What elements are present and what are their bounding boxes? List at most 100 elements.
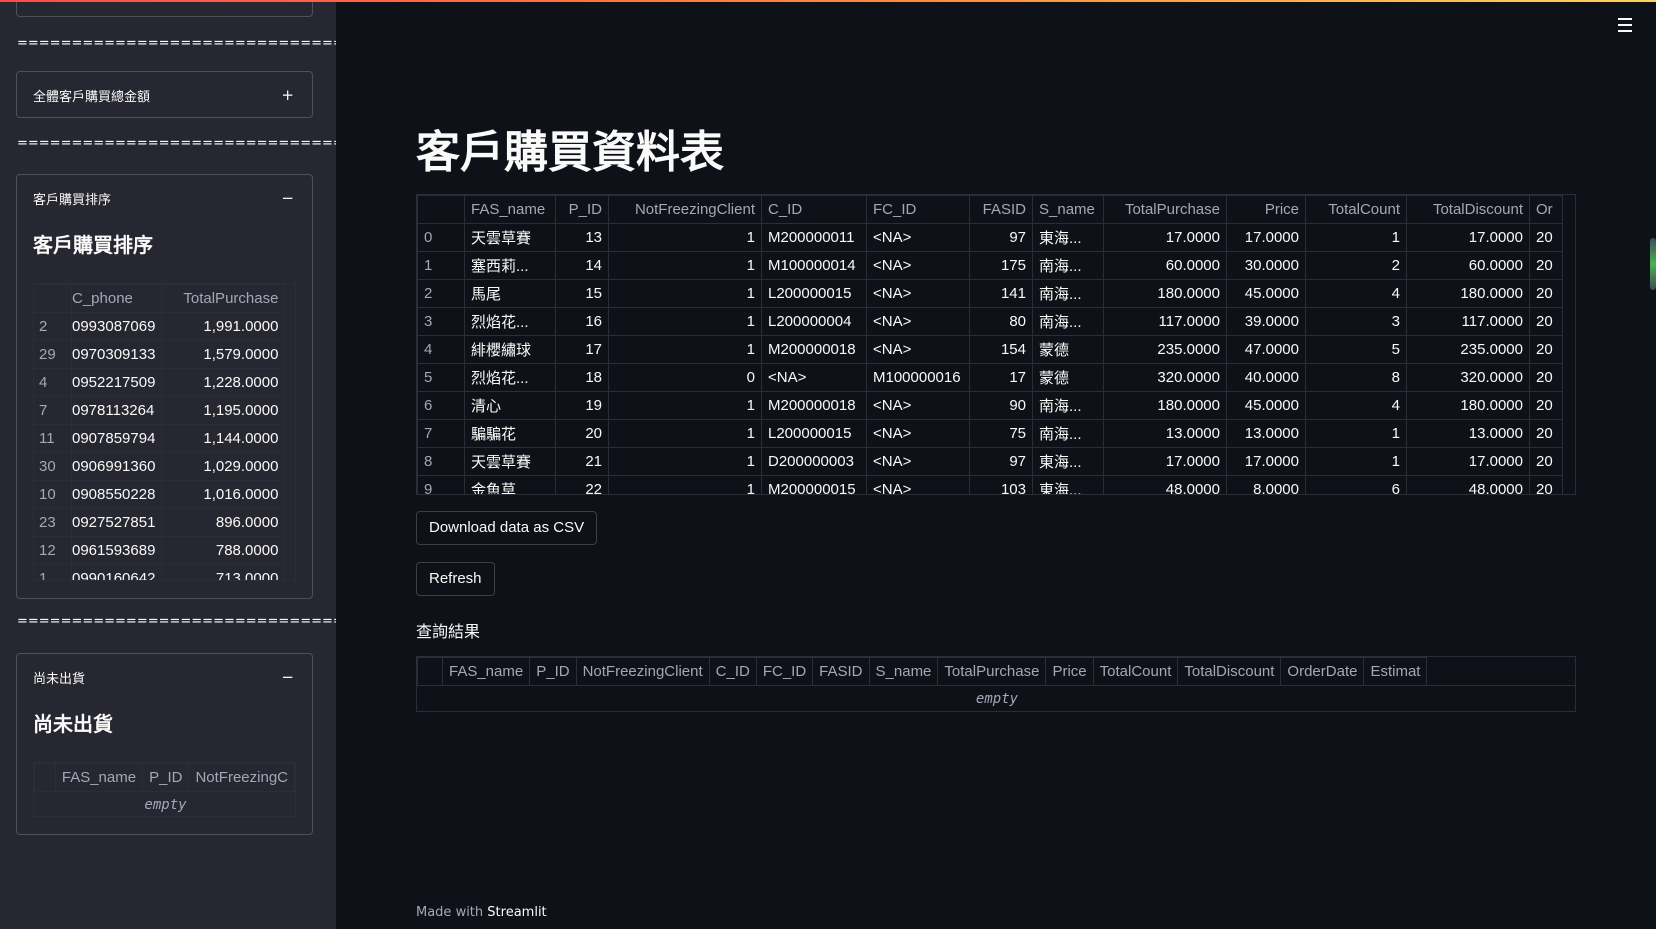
table-row[interactable]: 9 金魚草 22 1 M200000015 <NA> 103 東海... 48.0000 8.00… bbox=[417, 475, 1563, 494]
row-index: 2 bbox=[34, 312, 72, 341]
table-row[interactable]: 4 0952217509 1,228.0000 bbox=[34, 368, 286, 397]
column-header[interactable]: TotalPurchase bbox=[937, 657, 1047, 686]
unshipped-table: FAS_name P_ID NotFreezingC bbox=[34, 763, 295, 792]
table-cell: 20 bbox=[1529, 419, 1563, 448]
table-row[interactable]: 11 0907859794 1,144.0000 bbox=[34, 424, 286, 453]
table-row[interactable]: 3 烈焰花... 16 1 L200000004 <NA> 80 南海... 117.0000 3… bbox=[417, 307, 1563, 336]
query-dataframe[interactable]: FAS_name P_ID NotFreezingClient C_ID FC_ID FA… bbox=[416, 656, 1576, 712]
column-header[interactable]: Estimat bbox=[1363, 657, 1428, 686]
column-header[interactable]: C_phone bbox=[70, 284, 163, 313]
table-row[interactable]: 12 0961593689 788.0000 bbox=[34, 536, 286, 565]
page-title: 客戶購買資料表 bbox=[416, 127, 724, 178]
table-cell: 南海... bbox=[1032, 391, 1104, 420]
expand-plus-icon[interactable]: + bbox=[281, 86, 294, 104]
table-cell: 14 bbox=[555, 251, 609, 280]
column-header[interactable]: TotalDiscount bbox=[1177, 657, 1282, 686]
cell-phone: 0952217509 bbox=[70, 368, 163, 397]
table-cell: 東海... bbox=[1032, 475, 1104, 494]
column-header[interactable]: FAS_name bbox=[441, 657, 531, 686]
expander-header[interactable]: 尚未出貨 − bbox=[17, 654, 312, 700]
table-row[interactable]: 0 天雲草賽 13 1 M200000011 <NA> 97 東海... 17.0000 17.0… bbox=[417, 223, 1563, 252]
table-cell: 20 bbox=[1529, 251, 1563, 280]
table-row[interactable]: 29 0970309133 1,579.0000 bbox=[34, 340, 286, 369]
table-cell: 1 bbox=[608, 307, 762, 336]
table-row[interactable]: 10 0908550228 1,016.0000 bbox=[34, 480, 286, 509]
table-cell: M200000011 bbox=[761, 223, 867, 252]
row-index: 4 bbox=[34, 368, 72, 397]
table-cell: 緋櫻繡球 bbox=[464, 335, 556, 364]
column-header[interactable]: S_name bbox=[1032, 195, 1104, 224]
column-header[interactable]: FAS_name bbox=[54, 763, 144, 792]
expander-total-purchase[interactable]: 全體客戶購買總金額 + bbox=[16, 71, 313, 118]
expander-header[interactable]: 客戶購買排序 − bbox=[17, 175, 312, 221]
column-header[interactable]: P_ID bbox=[555, 195, 609, 224]
row-index: 1 bbox=[417, 251, 465, 280]
cell-total-purchase: 1,195.0000 bbox=[161, 396, 286, 425]
collapse-minus-icon[interactable]: − bbox=[281, 668, 294, 686]
column-header[interactable]: NotFreezingClient bbox=[575, 657, 710, 686]
table-row[interactable]: 6 清心 19 1 M200000018 <NA> 90 南海... 180.0000 45.00… bbox=[417, 391, 1563, 420]
expander-unshipped: 尚未出貨 − 尚未出貨 FAS_name P_ID NotFreezingC e… bbox=[16, 653, 313, 835]
table-cell: 20 bbox=[555, 419, 609, 448]
column-header[interactable]: FC_ID bbox=[755, 657, 814, 686]
hamburger-menu-icon[interactable] bbox=[1618, 18, 1632, 32]
unshipped-dataframe[interactable]: FAS_name P_ID NotFreezingC empty bbox=[33, 762, 296, 817]
table-cell: 1 bbox=[608, 251, 762, 280]
column-header[interactable]: FASID bbox=[812, 657, 870, 686]
table-cell: 90 bbox=[969, 391, 1033, 420]
table-row[interactable]: 7 騙騙花 20 1 L200000015 <NA> 75 南海... 13.0000 13.00… bbox=[417, 419, 1563, 448]
table-row[interactable]: 2 0993087069 1,991.0000 bbox=[34, 312, 286, 341]
table-cell: 19 bbox=[555, 391, 609, 420]
main-dataframe[interactable]: FAS_name P_ID NotFreezingClient C_ID FC_ID FA… bbox=[416, 194, 1576, 495]
scrollbar-indicator[interactable] bbox=[1650, 238, 1656, 290]
streamlit-link[interactable]: Streamlit bbox=[487, 905, 546, 920]
ranking-dataframe[interactable]: C_phone TotalPurchase 2 0993087069 1,991.0… bbox=[33, 283, 296, 581]
table-cell: L200000015 bbox=[761, 279, 867, 308]
column-header[interactable]: TotalCount bbox=[1092, 657, 1179, 686]
column-header[interactable]: P_ID bbox=[142, 763, 190, 792]
column-header[interactable]: TotalCount bbox=[1305, 195, 1407, 224]
table-cell: 1 bbox=[1305, 447, 1407, 476]
cell-total-purchase: 896.0000 bbox=[161, 508, 286, 537]
column-header[interactable]: C_ID bbox=[708, 657, 757, 686]
table-cell: 13.0000 bbox=[1103, 419, 1227, 448]
column-header[interactable]: FAS_name bbox=[464, 195, 556, 224]
table-row[interactable]: 5 烈焰花... 18 0 <NA> M100000016 17 蒙德 320.0000 40.0… bbox=[417, 363, 1563, 392]
column-header[interactable]: Or bbox=[1529, 195, 1563, 224]
column-header[interactable]: Price bbox=[1226, 195, 1306, 224]
column-header[interactable]: TotalPurchase bbox=[161, 284, 286, 313]
table-cell: 180.0000 bbox=[1406, 391, 1530, 420]
column-header[interactable]: P_ID bbox=[529, 657, 577, 686]
column-header[interactable]: S_name bbox=[868, 657, 939, 686]
table-row[interactable]: 8 天雲草賽 21 1 D200000003 <NA> 97 東海... 17.0000 17.0… bbox=[417, 447, 1563, 476]
table-cell: 1 bbox=[608, 223, 762, 252]
table-cell: 48.0000 bbox=[1406, 475, 1530, 494]
table-row[interactable]: 7 0978113264 1,195.0000 bbox=[34, 396, 286, 425]
column-header[interactable]: FASID bbox=[969, 195, 1033, 224]
cell-total-purchase: 1,228.0000 bbox=[161, 368, 286, 397]
table-cell: 1 bbox=[608, 391, 762, 420]
table-cell: 3 bbox=[1305, 307, 1407, 336]
row-index: 5 bbox=[417, 363, 465, 392]
table-row[interactable]: 30 0906991360 1,029.0000 bbox=[34, 452, 286, 481]
table-row[interactable]: 23 0927527851 896.0000 bbox=[34, 508, 286, 537]
collapse-minus-icon[interactable]: − bbox=[281, 189, 294, 207]
table-row[interactable]: 1 塞西莉... 14 1 M100000014 <NA> 175 南海... 60.0000 3… bbox=[417, 251, 1563, 280]
table-cell: 2 bbox=[1305, 251, 1407, 280]
column-header[interactable]: TotalDiscount bbox=[1406, 195, 1530, 224]
table-cell: 22 bbox=[555, 475, 609, 494]
table-cell: M200000015 bbox=[761, 475, 867, 494]
column-header[interactable]: FC_ID bbox=[866, 195, 970, 224]
column-header[interactable]: OrderDate bbox=[1280, 657, 1365, 686]
column-header[interactable]: C_ID bbox=[761, 195, 867, 224]
table-row[interactable]: 1 0990160642 713.0000 bbox=[34, 564, 286, 580]
refresh-button[interactable]: Refresh bbox=[416, 562, 495, 596]
column-header[interactable]: NotFreezingClient bbox=[608, 195, 762, 224]
table-row[interactable]: 2 馬尾 15 1 L200000015 <NA> 141 南海... 180.0000 45.0… bbox=[417, 279, 1563, 308]
column-header[interactable]: NotFreezingC bbox=[188, 763, 295, 792]
download-csv-button[interactable]: Download data as CSV bbox=[416, 511, 598, 545]
column-header[interactable]: Price bbox=[1045, 657, 1094, 686]
table-row[interactable]: 4 緋櫻繡球 17 1 M200000018 <NA> 154 蒙德 235.0000 47.00… bbox=[417, 335, 1563, 364]
column-header[interactable]: TotalPurchase bbox=[1103, 195, 1227, 224]
table-cell: 45.0000 bbox=[1226, 279, 1306, 308]
